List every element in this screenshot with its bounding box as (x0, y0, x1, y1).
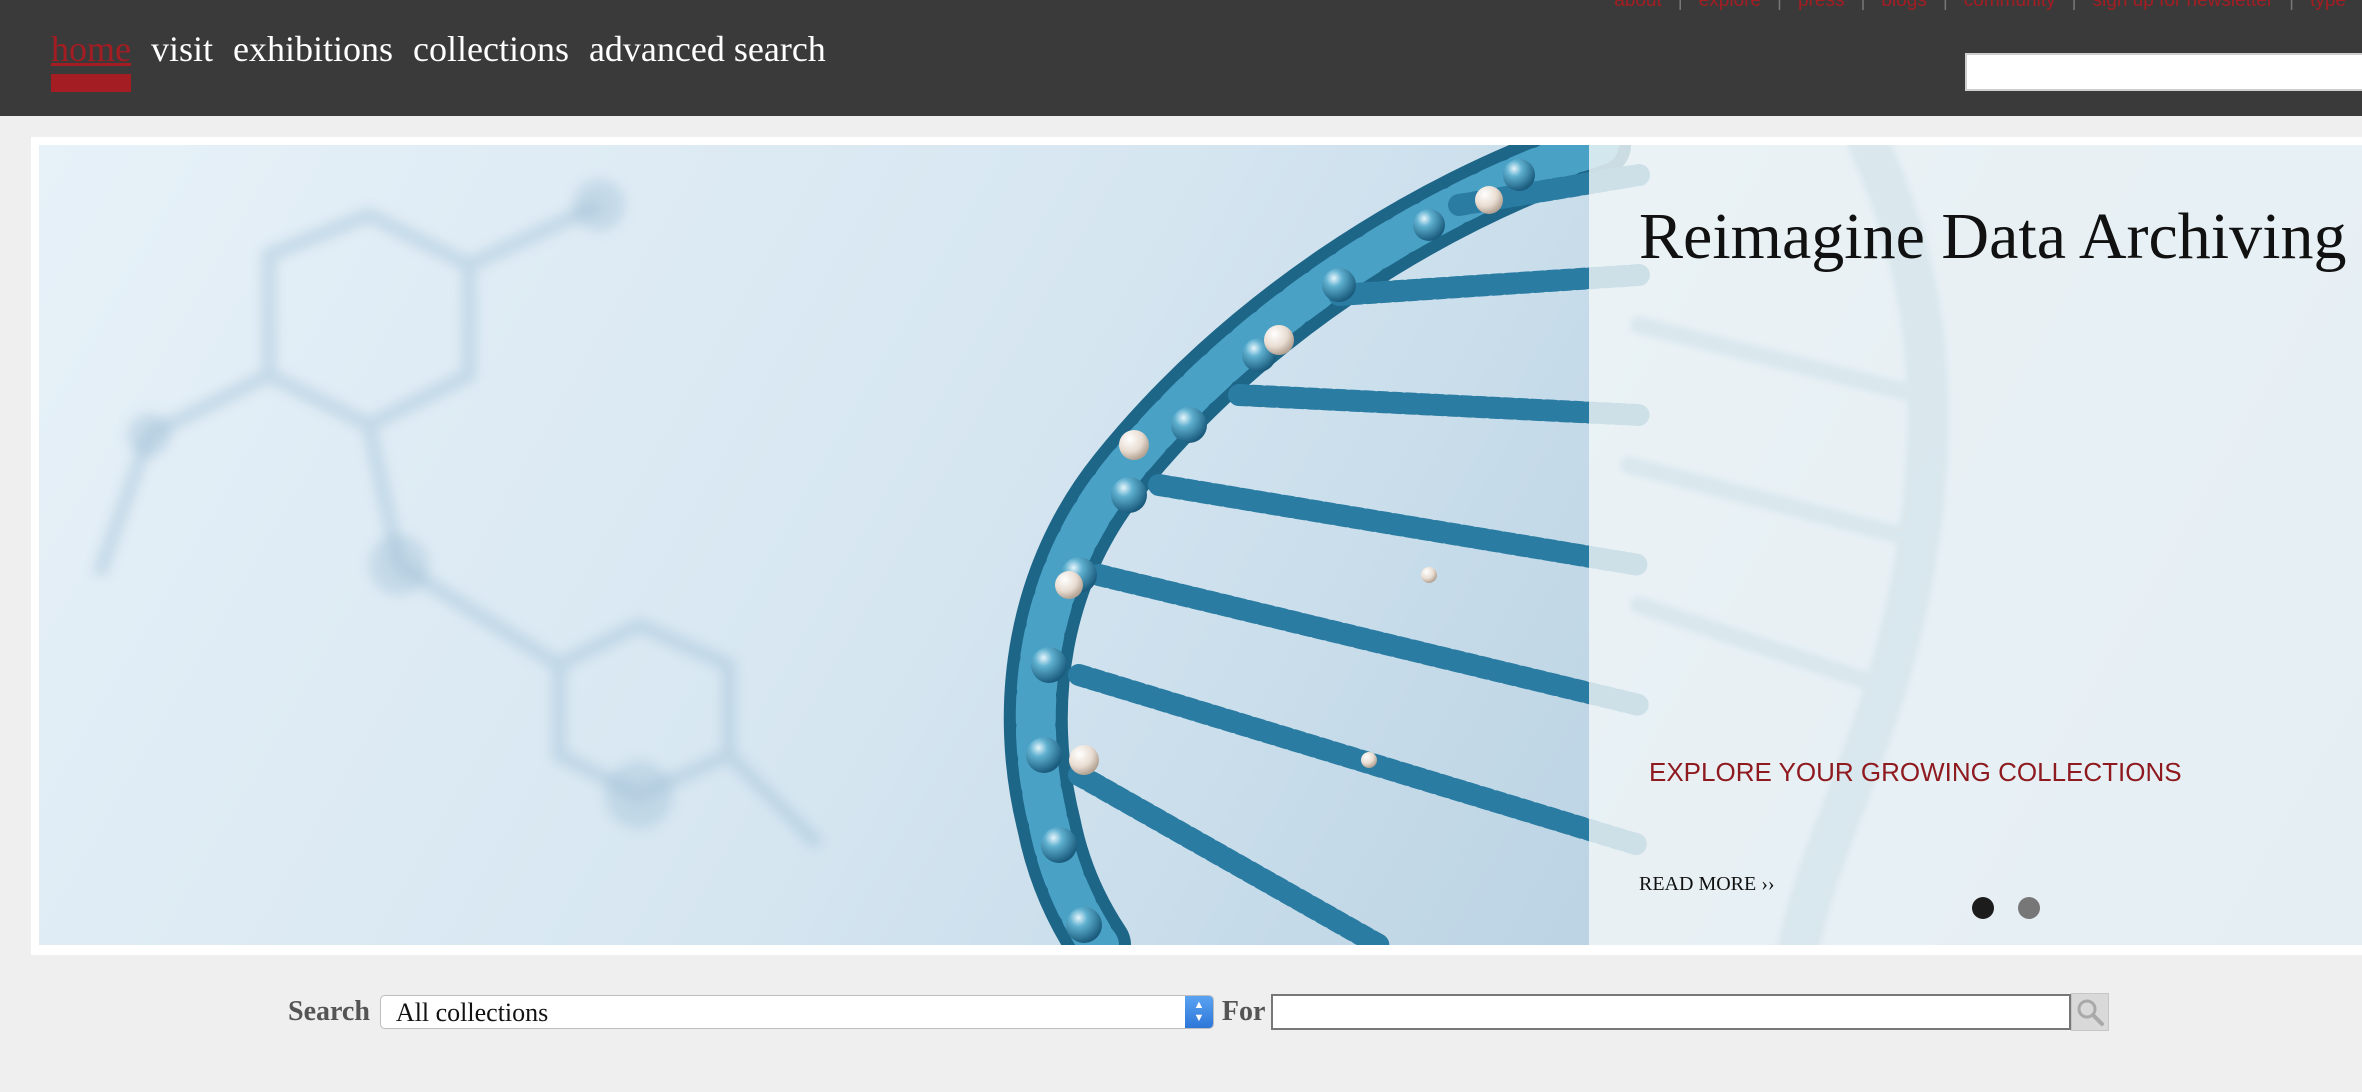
utility-link-type[interactable]: type (2294, 0, 2362, 12)
slide-dot-1[interactable] (1972, 897, 1994, 919)
hero-frame: Reimagine Data Archiving EXPLORE YOUR GR… (31, 137, 2362, 955)
collection-select[interactable]: All collections ▲ ▼ (379, 995, 1214, 1029)
collection-search-bar: Search All collections ▲ ▼ For (288, 991, 2110, 1033)
read-more-link[interactable]: READ MORE ›› (1639, 873, 1775, 896)
nav-item-visit[interactable]: visit (151, 26, 213, 72)
hero-slider: Reimagine Data Archiving EXPLORE YOUR GR… (39, 145, 2362, 945)
utility-link-newsletter[interactable]: sign up for newsletter (2077, 0, 2290, 12)
slide-title: Reimagine Data Archiving (1639, 200, 2347, 273)
main-nav: home visit exhibitions collections advan… (51, 26, 846, 92)
header-search-input[interactable] (1965, 53, 2362, 91)
select-arrows-icon: ▲ ▼ (1184, 996, 1213, 1028)
slide-subtitle: EXPLORE YOUR GROWING COLLECTIONS (1649, 757, 2182, 787)
utility-link-blogs[interactable]: blogs (1865, 0, 1942, 12)
for-label: For (1221, 996, 1266, 1027)
slide-dot-2[interactable] (2018, 897, 2040, 919)
utility-link-about[interactable]: about (1598, 0, 1678, 12)
nav-item-exhibitions[interactable]: exhibitions (233, 26, 393, 72)
nav-item-collections[interactable]: collections (413, 26, 569, 72)
slide-pagination (1972, 897, 2064, 919)
search-query-input[interactable] (1271, 994, 2072, 1030)
top-navigation-bar: about | explore | press | blogs | commun… (0, 0, 2362, 116)
collection-select-value: All collections (395, 998, 549, 1027)
utility-link-explore[interactable]: explore (1683, 0, 1777, 12)
utility-link-community[interactable]: community (1948, 0, 2072, 12)
search-label: Search (288, 996, 370, 1027)
search-button[interactable] (2071, 993, 2110, 1031)
search-icon (2077, 999, 2105, 1026)
utility-link-press[interactable]: press (1782, 0, 1860, 12)
utility-links: about | explore | press | blogs | commun… (1598, 0, 2362, 12)
nav-item-advanced-search[interactable]: advanced search (589, 26, 826, 72)
nav-item-home[interactable]: home (51, 26, 131, 92)
